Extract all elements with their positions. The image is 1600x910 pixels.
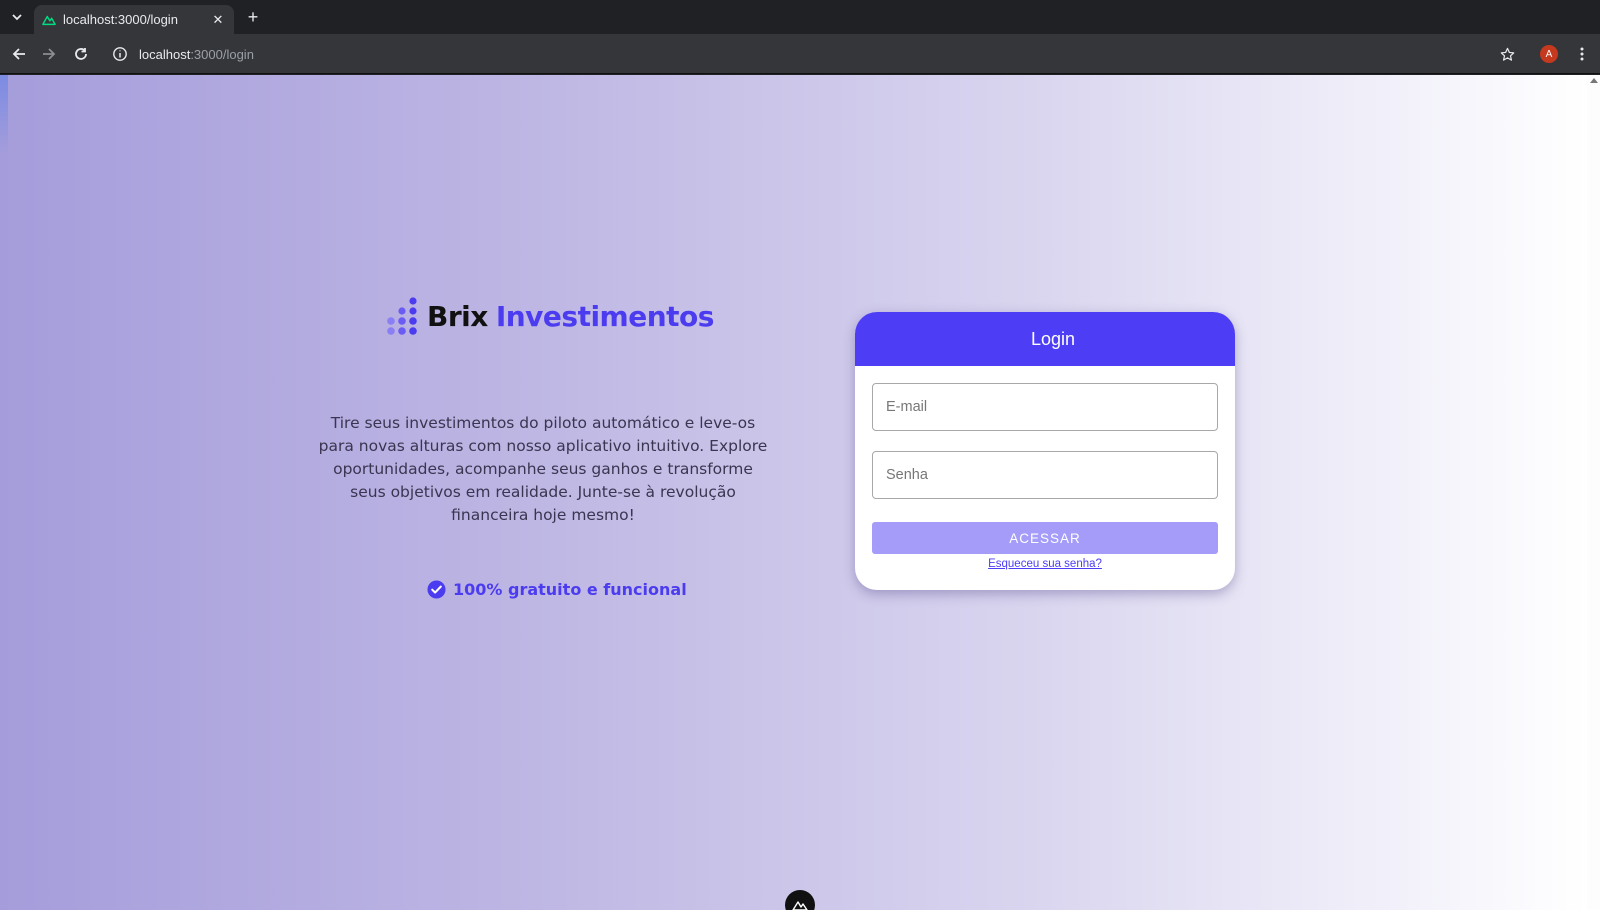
forward-arrow-icon[interactable]: [37, 42, 61, 66]
reload-icon[interactable]: [69, 42, 93, 66]
back-arrow-icon[interactable]: [7, 42, 31, 66]
browser-toolbar: localhost:3000/login A: [0, 34, 1600, 74]
brand-accent: Investimentos: [495, 299, 715, 333]
login-title: Login: [855, 312, 1235, 366]
tab-title: localhost:3000/login: [63, 12, 178, 27]
hero-description: Tire seus investimentos do piloto automá…: [318, 414, 768, 524]
password-field[interactable]: [872, 451, 1218, 499]
nuxt-devtools-icon[interactable]: [785, 890, 815, 910]
info-icon[interactable]: [112, 46, 128, 62]
login-button[interactable]: ACESSAR: [872, 522, 1218, 554]
page-scrollbar[interactable]: [1587, 75, 1600, 910]
address-bar[interactable]: localhost:3000/login: [104, 39, 1484, 69]
nuxt-favicon-icon: [42, 15, 56, 25]
login-card: Login ACESSAR Esqueceu sua senha?: [855, 312, 1235, 590]
edge-glow: [0, 75, 8, 155]
brand: Brix Investimentos: [383, 297, 714, 335]
tab-list-icon[interactable]: [6, 7, 28, 27]
url-text: localhost:3000/login: [139, 46, 254, 62]
forgot-password-link[interactable]: Esqueceu sua senha?: [855, 558, 1235, 570]
email-field[interactable]: [872, 383, 1218, 431]
brand-dots-logo-icon: [387, 297, 417, 335]
badge-text: 100% gratuito e funcional: [453, 580, 687, 599]
active-tab[interactable]: localhost:3000/login ✕: [34, 5, 234, 34]
free-badge: 100% gratuito e funcional: [427, 580, 687, 599]
kebab-menu-icon[interactable]: [1570, 42, 1594, 66]
page-viewport: Brix Investimentos Tire seus investiment…: [0, 75, 1587, 910]
star-icon[interactable]: [1495, 42, 1519, 66]
check-circle-icon: [427, 580, 446, 599]
brand-name: Brix: [427, 299, 488, 333]
scroll-up-arrow-icon[interactable]: [1590, 78, 1598, 83]
plus-icon[interactable]: +: [242, 7, 264, 27]
profile-avatar[interactable]: A: [1540, 45, 1558, 63]
tab-strip: localhost:3000/login ✕ +: [0, 0, 1600, 34]
close-icon[interactable]: ✕: [208, 10, 228, 30]
